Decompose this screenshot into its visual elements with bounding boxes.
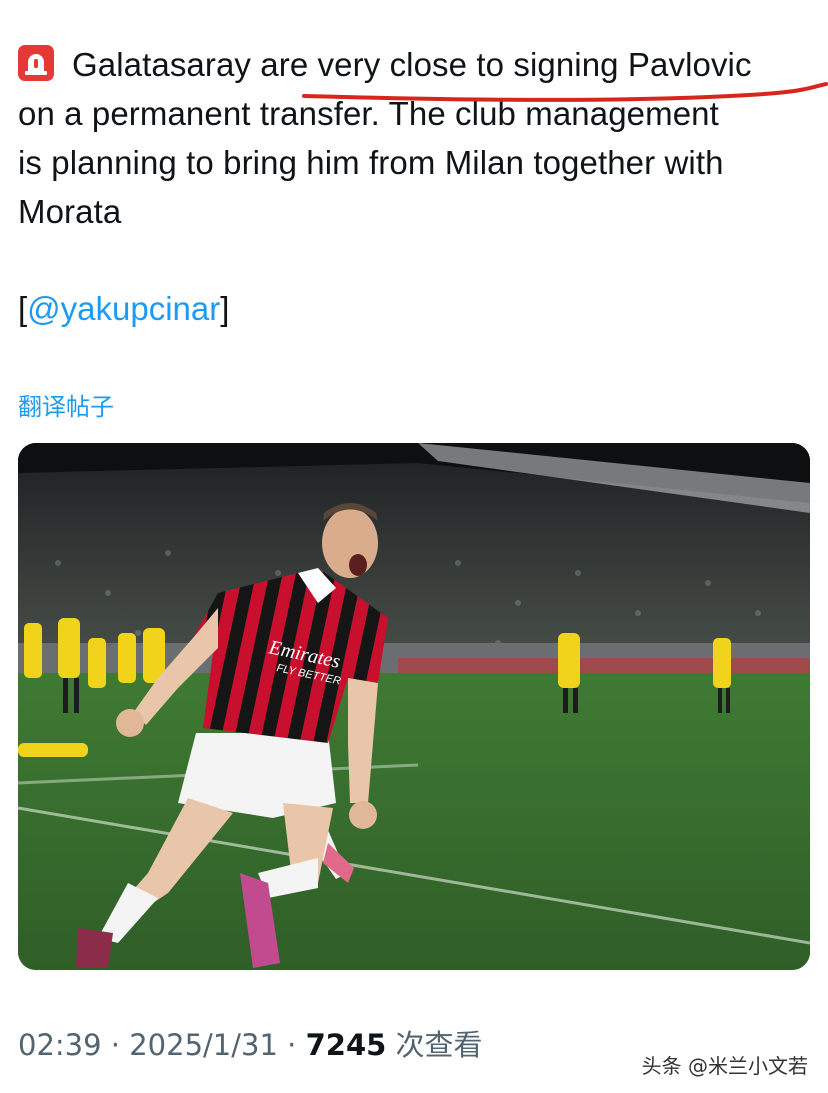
meta-separator: · <box>277 1028 306 1062</box>
tweet-time: 02:39 <box>18 1028 102 1062</box>
tweet-meta: 02:39 · 2025/1/31 · 7245 次查看 <box>18 1022 483 1064</box>
tweet-line-4: Morata <box>18 193 122 230</box>
tweet-text: Galatasaray are very close to signing Pa… <box>18 40 818 236</box>
tweet-line-1: Galatasaray are very close to signing Pa… <box>18 40 818 89</box>
tweet-photo[interactable]: Emirates FLY BETTER <box>18 443 810 970</box>
tweet-date: 2025/1/31 <box>129 1028 278 1062</box>
bracket-close: ] <box>220 290 230 327</box>
bracket-open: [ <box>18 290 28 327</box>
tweet-line-3: is planning to bring him from Milan toge… <box>18 144 724 181</box>
view-count: 7245 <box>305 1028 387 1062</box>
translate-post-link[interactable]: 翻译帖子 <box>18 387 114 422</box>
toutiao-watermark: 头条 @米兰小文若 <box>641 1054 808 1078</box>
rotating-light-icon <box>18 45 54 81</box>
view-count-label: 次查看 <box>386 1028 483 1062</box>
photo-illustration: Emirates FLY BETTER <box>18 443 810 970</box>
mention-link[interactable]: @yakupcinar <box>27 290 220 327</box>
tweet-line-1-text: Galatasaray are very close to signing Pa… <box>72 46 752 83</box>
meta-separator: · <box>101 1028 130 1062</box>
tweet-line-2: on a permanent transfer. The club manage… <box>18 95 719 132</box>
source-mention: [@yakupcinar] <box>18 284 229 333</box>
